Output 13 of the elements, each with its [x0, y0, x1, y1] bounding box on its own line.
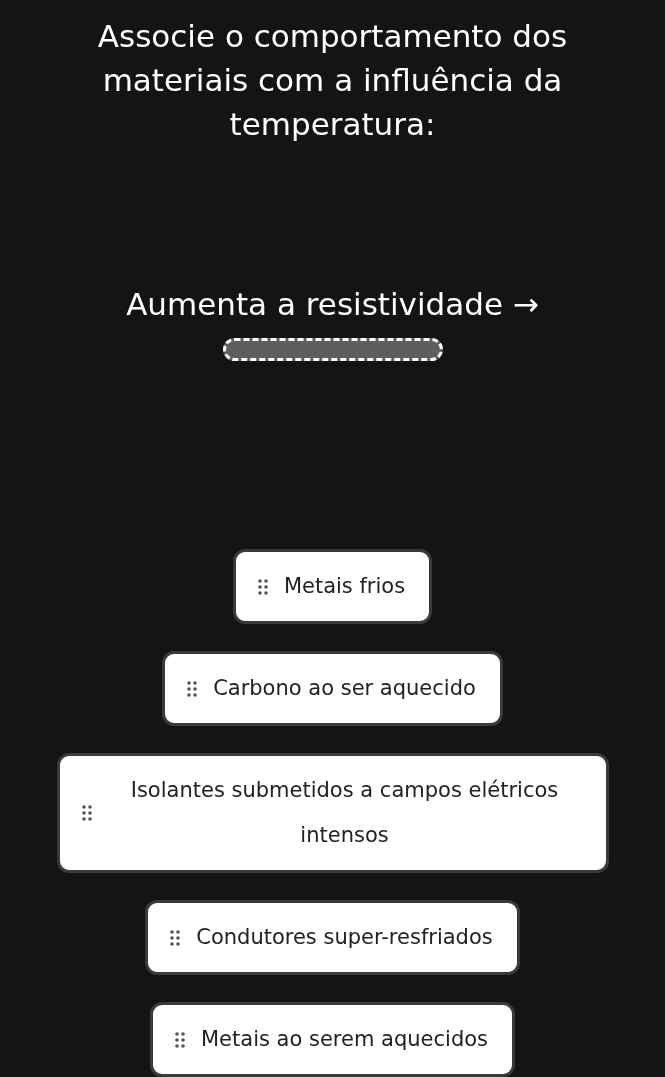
drag-handle-icon[interactable] [175, 1031, 185, 1048]
question-title: Associe o comportamento dos materiais com a influência da temperatura: [96, 17, 569, 144]
drag-handle-icon[interactable] [257, 578, 268, 595]
drag-handle-icon[interactable] [187, 680, 198, 697]
answer-card[interactable]: Isolantes submetidos a campos elétricos intensos [56, 753, 609, 873]
answer-card[interactable]: Metais ao serem aquecidos [150, 1002, 515, 1077]
drag-handle-icon[interactable] [81, 805, 92, 821]
drop-zone[interactable] [222, 338, 443, 361]
answer-card[interactable]: Carbono ao ser aquecido [162, 651, 503, 726]
drag-handle-icon[interactable] [170, 929, 181, 946]
prompt-text: Aumenta a resistividade → [126, 285, 539, 324]
answer-card[interactable]: Condutores super-resfriados [145, 900, 520, 975]
answer-card[interactable]: Metais frios [232, 549, 433, 624]
